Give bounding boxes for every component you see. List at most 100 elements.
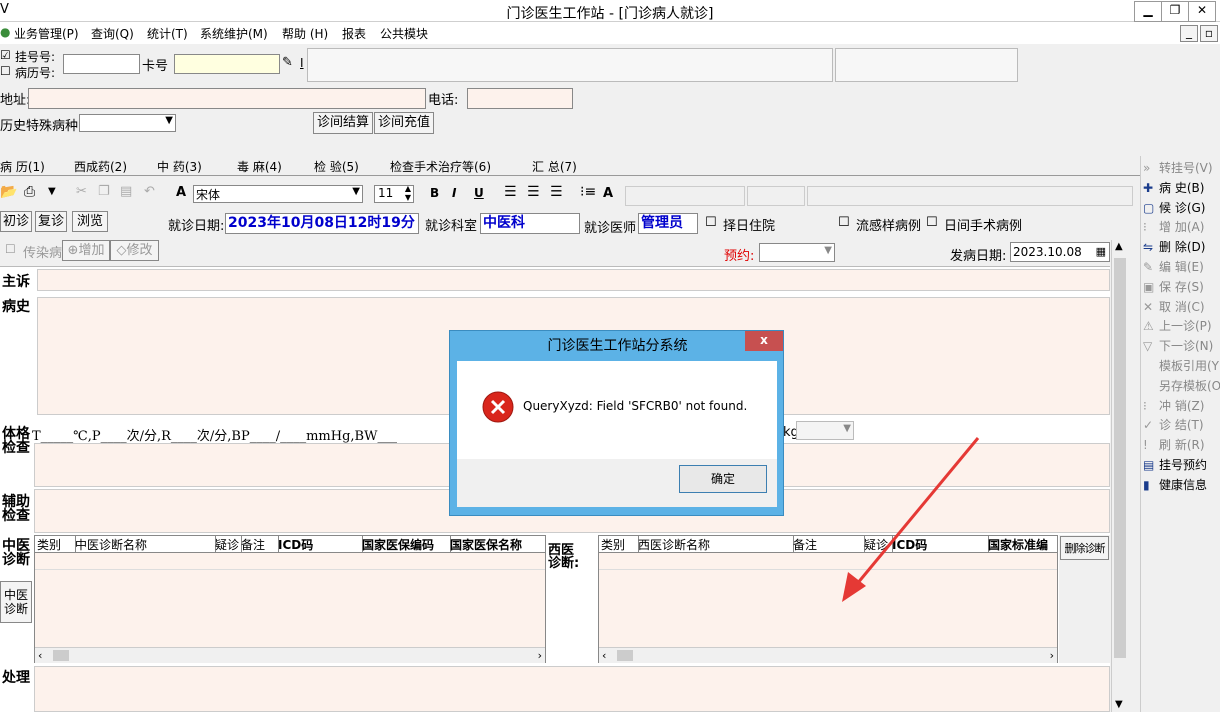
action-button-8[interactable]: ⚠ 上一诊(P) <box>1143 317 1220 337</box>
card-reader-icon[interactable]: ✎ <box>282 55 293 70</box>
bold-button[interactable]: B <box>430 186 439 200</box>
tab-summary[interactable]: 汇 总(7) <box>532 158 577 175</box>
action-button-12[interactable]: ⁝ 冲 销(Z) <box>1143 397 1220 417</box>
menu-report[interactable]: 报表 <box>342 25 366 42</box>
paste-icon[interactable]: ▤ <box>120 184 132 199</box>
font-color-button[interactable]: A <box>603 186 613 201</box>
scroll-thumb[interactable] <box>1114 258 1126 658</box>
scroll-left-icon[interactable]: ‹ <box>602 649 606 662</box>
address-input[interactable] <box>28 88 426 109</box>
return-visit-button[interactable]: 复诊 <box>35 211 67 232</box>
record-check[interactable]: ☐ <box>0 64 11 78</box>
action-button-14[interactable]: ! 刷 新(R) <box>1143 436 1220 456</box>
first-visit-button[interactable]: 初诊 <box>0 211 32 232</box>
chevron-down-icon[interactable]: ▼ <box>48 186 56 197</box>
action-button-2[interactable]: ▢ 候 诊(G) <box>1143 199 1220 219</box>
hosp-check[interactable]: ☐ <box>705 215 717 230</box>
open-icon[interactable]: 📂 <box>0 184 17 200</box>
infect-check[interactable]: ☐ <box>5 242 16 256</box>
dept-value[interactable]: 中医科 <box>480 213 580 234</box>
print-icon[interactable]: ⎙ <box>24 184 35 200</box>
calendar-icon[interactable]: ▦ <box>1096 243 1106 261</box>
menu-query[interactable]: 查询(Q) <box>91 25 134 42</box>
tcm-diag-button[interactable]: 中医 诊断 <box>0 581 32 623</box>
settle-button[interactable]: 诊间结算 <box>313 112 373 134</box>
doctor-value[interactable]: 管理员 <box>638 213 698 234</box>
close-button[interactable]: ✕ <box>1188 1 1216 22</box>
menu-public[interactable]: 公共模块 <box>380 25 428 42</box>
tcm-col-ins-code[interactable]: 国家医保编码 <box>360 536 451 553</box>
action-button-10[interactable]: 模板引用(Y) <box>1143 357 1220 377</box>
tcm-hscroll[interactable]: ‹ › <box>35 647 545 663</box>
action-button-4[interactable]: ⇋ 删 除(D) <box>1143 238 1220 258</box>
delete-diag-button[interactable]: 删除诊断 <box>1060 536 1109 560</box>
minimize-button[interactable]: ▁ <box>1134 1 1162 22</box>
font-size-select[interactable]: 11 ▲ ▼ <box>374 184 414 203</box>
scroll-right-icon[interactable]: › <box>538 649 542 662</box>
font-name-select[interactable]: 宋体 ▼ <box>193 185 363 203</box>
browse-button[interactable]: 浏览 <box>72 211 108 232</box>
tcm-col-name[interactable]: 中医诊断名称 <box>73 536 216 553</box>
onset-date-input[interactable]: 2023.10.08 ▦ <box>1010 242 1110 262</box>
menu-business[interactable]: 业务管理(P) <box>14 25 79 42</box>
menu-help[interactable]: 帮助 (H) <box>282 25 328 42</box>
tcm-col-note[interactable]: 备注 <box>239 536 279 553</box>
western-col-name[interactable]: 西医诊断名称 <box>636 536 794 553</box>
underline-button[interactable]: U <box>474 186 484 200</box>
tcm-col-category[interactable]: 类别 <box>35 536 76 553</box>
action-button-0[interactable]: » 转挂号(V) <box>1143 159 1220 179</box>
reg-check[interactable]: ☑ <box>0 48 11 62</box>
tcm-col-ins-name[interactable]: 国家医保名称 <box>448 536 547 553</box>
scroll-thumb[interactable] <box>53 650 69 661</box>
tcm-col-icd[interactable]: ICD码 <box>276 536 363 553</box>
scroll-down-icon[interactable]: ▼ <box>1115 699 1123 710</box>
copy-icon[interactable]: ❐ <box>98 184 110 199</box>
scroll-left-icon[interactable]: ‹ <box>38 649 42 662</box>
action-button-13[interactable]: ✓ 诊 结(T) <box>1143 416 1220 436</box>
treatment-input[interactable] <box>34 666 1110 712</box>
dialog-close-button[interactable]: x <box>745 331 783 351</box>
chief-complaint-input[interactable] <box>37 269 1110 291</box>
tab-record[interactable]: 病 历(1) <box>0 158 45 175</box>
tab-lab[interactable]: 检 验(5) <box>314 158 359 175</box>
editor-vscroll[interactable]: ▲ ▼ <box>1111 240 1128 712</box>
day-surgery-check[interactable]: ☐ <box>926 215 938 230</box>
western-hscroll[interactable]: ‹ › <box>599 647 1057 663</box>
action-button-11[interactable]: 另存模板(O) <box>1143 377 1220 397</box>
visit-date-value[interactable]: 2023年10月08日12时19分 <box>225 213 419 234</box>
child-close-button[interactable]: ▫ <box>1200 25 1218 42</box>
western-col-category[interactable]: 类别 <box>599 536 639 553</box>
scroll-right-icon[interactable]: › <box>1050 649 1054 662</box>
card-input[interactable] <box>174 54 280 74</box>
add-infect-button[interactable]: ⊕增加 <box>62 240 110 261</box>
modify-infect-button[interactable]: ◇修改 <box>110 240 159 261</box>
table-row[interactable] <box>35 553 545 570</box>
tab-western-med[interactable]: 西成药(2) <box>74 158 127 175</box>
tab-narcotic[interactable]: 毒 麻(4) <box>237 158 282 175</box>
undo-icon[interactable]: ↶ <box>144 184 155 199</box>
flu-check[interactable]: ☐ <box>838 215 850 230</box>
action-button-9[interactable]: ▽ 下一诊(N) <box>1143 337 1220 357</box>
phone-input[interactable] <box>467 88 573 109</box>
scroll-up-icon[interactable]: ▲ <box>1115 241 1123 252</box>
restore-button[interactable]: ❐ <box>1161 1 1189 22</box>
align-left-icon[interactable]: ☰ <box>504 184 517 200</box>
menu-stats[interactable]: 统计(T) <box>147 25 188 42</box>
tcm-diag-table[interactable]: 类别 中医诊断名称 疑诊 备注 ICD码 国家医保编码 国家医保名称 ‹ › <box>34 535 546 663</box>
italic-button[interactable]: I <box>452 186 456 200</box>
menu-system[interactable]: 系统维护(M) <box>200 25 268 42</box>
action-button-6[interactable]: ▣ 保 存(S) <box>1143 278 1220 298</box>
reg-no-input[interactable] <box>63 54 140 74</box>
dialog-ok-button[interactable]: 确定 <box>679 465 767 493</box>
action-button-16[interactable]: ▮ 健康信息 <box>1143 476 1220 496</box>
special-disease-select[interactable]: ▼ <box>79 114 176 132</box>
appt-select[interactable]: ▼ <box>759 243 835 262</box>
bullets-icon[interactable]: ⁝≡ <box>580 184 596 200</box>
action-button-7[interactable]: ✕ 取 消(C) <box>1143 298 1220 318</box>
vitals-line[interactable]: T_____℃,P____次/分,R____次/分,BP____/____mmH… <box>32 425 397 444</box>
align-right-icon[interactable]: ☰ <box>550 184 563 200</box>
tab-exam[interactable]: 检查手术治疗等(6) <box>390 158 491 175</box>
tab-chinese-med[interactable]: 中 药(3) <box>157 158 202 175</box>
action-button-5[interactable]: ✎ 编 辑(E) <box>1143 258 1220 278</box>
align-center-icon[interactable]: ☰ <box>527 184 540 200</box>
